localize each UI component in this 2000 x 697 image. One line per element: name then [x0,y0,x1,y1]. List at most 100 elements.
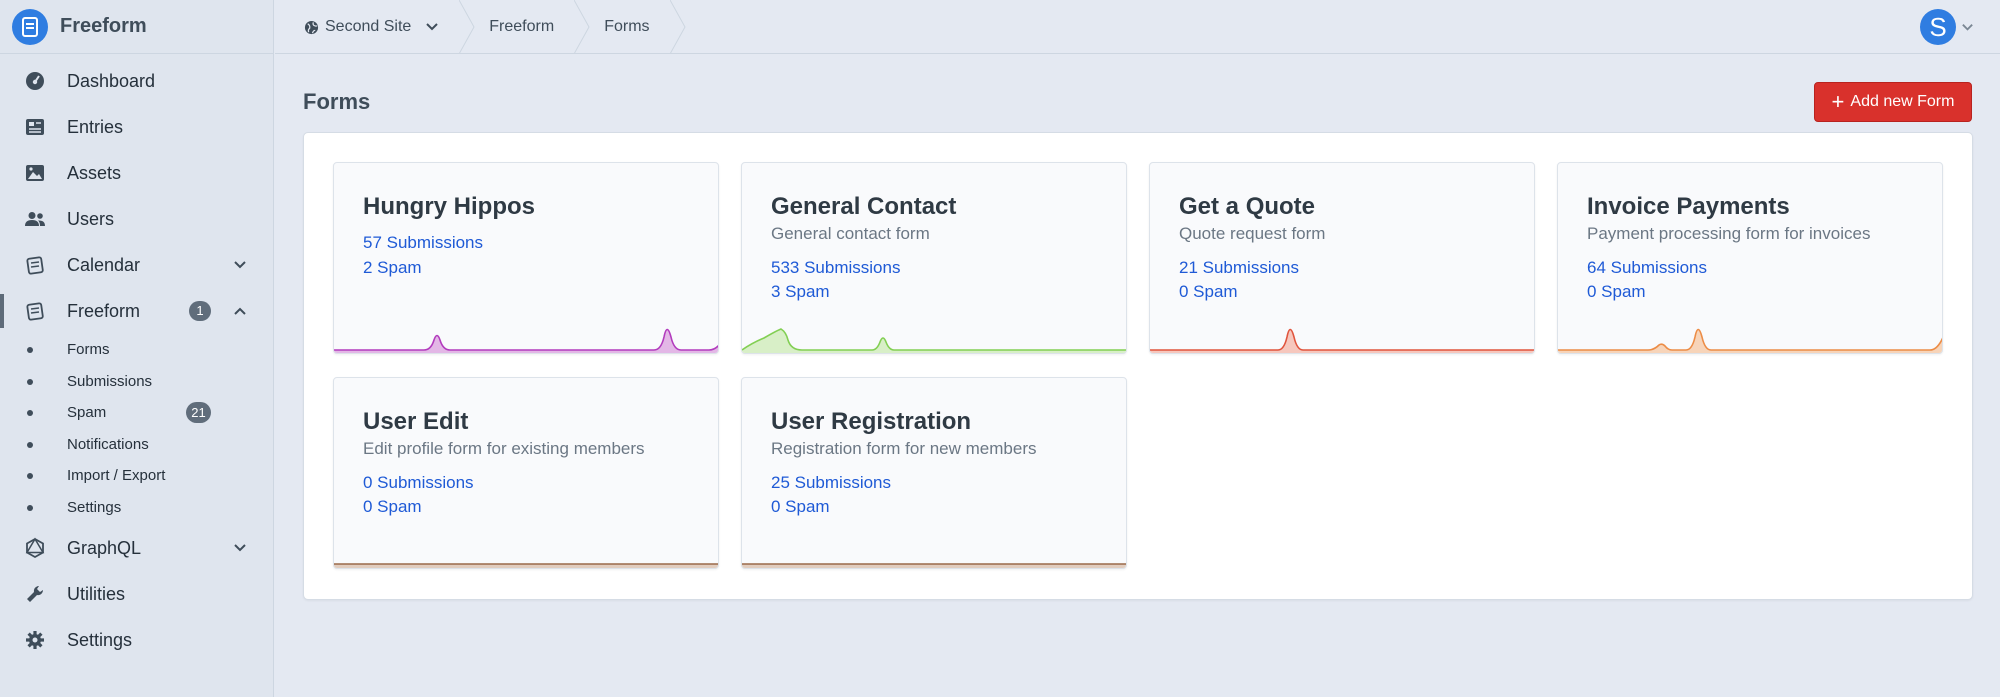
subnav-item-settings[interactable]: Settings [0,492,273,524]
submissions-link[interactable]: 533 Submissions [771,258,900,278]
entries-icon [24,116,46,138]
sidebar-item-graphql[interactable]: GraphQL [0,525,273,571]
plus-icon: + [1831,89,1845,114]
form-card-user-edit[interactable]: User Edit Edit profile form for existing… [333,377,719,569]
sidebar-item-freeform[interactable]: Freeform 1 [0,288,273,334]
sidebar-item-label: Dashboard [67,70,156,91]
form-description: Quote request form [1179,224,1326,243]
calendar-icon [24,254,46,276]
subnav-item-label: Import / Export [67,467,166,485]
chevron-up-icon[interactable] [233,302,247,320]
chevron-down-icon[interactable] [233,256,247,274]
sidebar-item-label: Entries [67,116,124,137]
chevron-down-icon [425,20,439,34]
sidebar-item-entries[interactable]: Entries [0,104,273,150]
add-button-label: Add new Form [1850,93,1955,110]
sidebar-item-label: Users [67,208,115,229]
freeform-icon [24,300,46,322]
sidebar-nav: Dashboard Entries Assets Users Calendar [0,54,273,334]
user-menu[interactable]: S [1920,9,1974,45]
form-title[interactable]: General Contact [771,193,956,221]
form-description: General contact form [771,224,930,243]
form-title[interactable]: Invoice Payments [1587,193,1790,221]
freeform-subnav: Forms Submissions Spam 21 Notifications … [0,334,273,523]
subnav-item-label: Submissions [67,372,153,390]
form-card-get-a-quote[interactable]: Get a Quote Quote request form 21 Submis… [1149,162,1535,354]
sidebar-item-label: Settings [67,629,133,650]
breadcrumb-label: Forms [604,18,650,35]
graphql-icon [24,537,46,559]
gear-icon [24,629,46,651]
spam-link[interactable]: 0 Spam [1587,282,1646,302]
form-title[interactable]: User Registration [771,408,971,436]
globe-icon [304,20,319,35]
bullet-icon [27,441,33,448]
form-card-general-contact[interactable]: General Contact General contact form 533… [741,162,1127,354]
subnav-item-label: Forms [67,341,110,359]
subnav-item-notifications[interactable]: Notifications [0,429,273,461]
submissions-link[interactable]: 21 Submissions [1179,258,1299,278]
sidebar-item-label: Utilities [67,583,126,604]
sidebar-item-calendar[interactable]: Calendar [0,242,273,288]
submissions-link[interactable]: 25 Submissions [771,473,891,493]
breadcrumb-forms[interactable]: Forms [590,0,669,54]
brand[interactable]: Freeform [0,0,273,54]
sidebar-item-label: Calendar [67,254,141,275]
site-name: Second Site [325,18,412,35]
assets-icon [24,162,46,184]
sidebar-item-users[interactable]: Users [0,196,273,242]
breadcrumb-label: Freeform [489,18,555,35]
submissions-sparkline [334,328,718,353]
form-title[interactable]: User Edit [363,408,468,436]
breadcrumb-separator [574,0,590,54]
form-description: Registration form for new members [771,439,1037,458]
form-title[interactable]: Hungry Hippos [363,193,535,221]
spam-link[interactable]: 2 Spam [363,258,422,278]
avatar: S [1920,9,1956,45]
sidebar-item-label: Assets [67,162,122,183]
submissions-sparkline [1150,328,1534,353]
site-switcher[interactable]: Second Site [275,0,459,54]
form-card-user-registration[interactable]: User Registration Registration form for … [741,377,1127,569]
sidebar-item-assets[interactable]: Assets [0,150,273,196]
submissions-link[interactable]: 64 Submissions [1587,258,1707,278]
bullet-icon [27,378,33,385]
sidebar-item-utilities[interactable]: Utilities [0,571,273,617]
page-title: Forms [303,89,371,114]
notification-badge: 1 [189,301,211,321]
subnav-item-spam[interactable]: Spam 21 [0,397,273,429]
freeform-logo-icon [12,8,48,45]
sidebar-item-dashboard[interactable]: Dashboard [0,58,273,104]
subnav-item-import-export[interactable]: Import / Export [0,460,273,492]
breadcrumb-freeform[interactable]: Freeform [475,0,574,54]
spam-link[interactable]: 0 Spam [771,497,830,517]
submissions-link[interactable]: 57 Submissions [363,233,483,253]
chevron-down-icon [1961,21,1974,34]
form-description: Edit profile form for existing members [363,439,645,458]
form-description: Payment processing form for invoices [1587,224,1871,243]
subnav-item-forms[interactable]: Forms [0,334,273,366]
subnav-item-submissions[interactable]: Submissions [0,366,273,398]
sidebar-item-label: GraphQL [67,537,142,558]
breadcrumb: Second Site Freeform Forms [275,0,686,54]
brand-name: Freeform [60,15,147,37]
subnav-item-label: Notifications [67,435,149,453]
add-new-form-button[interactable]: + Add new Form [1814,82,1972,122]
sidebar-item-label: Freeform [67,300,141,321]
bullet-icon [27,504,33,511]
breadcrumb-separator [459,0,475,54]
spam-link[interactable]: 0 Spam [363,497,422,517]
forms-panel: Hungry Hippos 57 Submissions 2 Spam Gene… [303,132,1973,600]
breadcrumb-separator [669,0,686,54]
form-card-hungry-hippos[interactable]: Hungry Hippos 57 Submissions 2 Spam [333,162,719,354]
bullet-icon [27,473,33,479]
submissions-link[interactable]: 0 Submissions [363,473,474,493]
spam-link[interactable]: 3 Spam [771,282,830,302]
submissions-sparkline [742,328,1126,353]
subnav-item-label: Spam [67,404,107,422]
spam-link[interactable]: 0 Spam [1179,282,1238,302]
sidebar-item-settings[interactable]: Settings [0,617,273,663]
chevron-down-icon[interactable] [233,539,247,557]
form-title[interactable]: Get a Quote [1179,193,1315,221]
form-card-invoice-payments[interactable]: Invoice Payments Payment processing form… [1557,162,1943,354]
